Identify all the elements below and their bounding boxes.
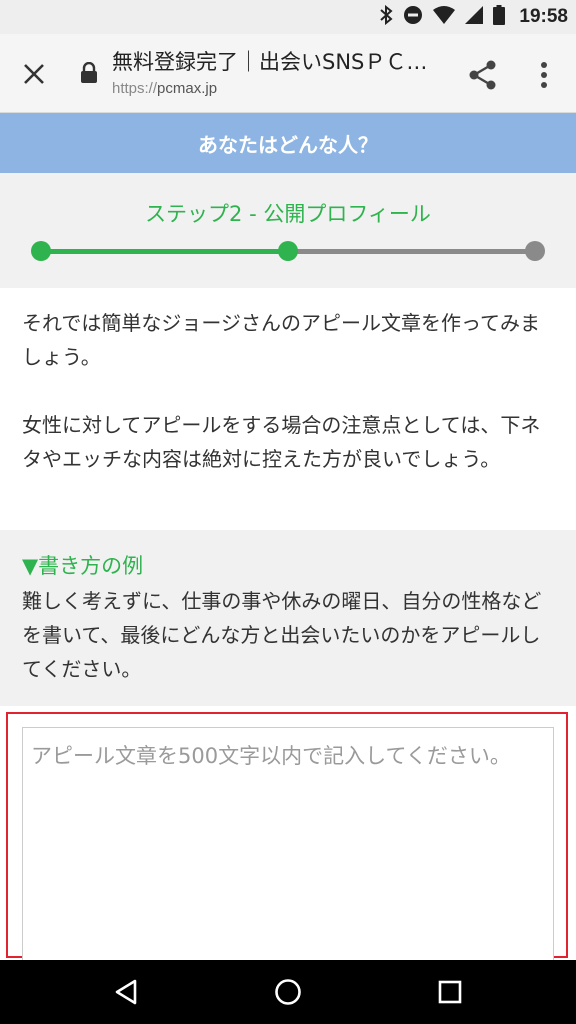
progress-fill <box>41 249 288 254</box>
wifi-icon <box>433 6 456 28</box>
step-dot-1 <box>31 241 51 261</box>
section-header: あなたはどんな人？ <box>0 113 576 173</box>
signal-icon <box>465 6 484 28</box>
close-button[interactable] <box>14 54 54 94</box>
back-button[interactable] <box>102 968 150 1016</box>
status-icons: 19:58 <box>379 0 568 34</box>
recents-button[interactable] <box>426 968 474 1016</box>
do-not-disturb-icon <box>403 5 423 29</box>
status-time: 19:58 <box>519 6 568 27</box>
url-display[interactable]: https://pcmax.jp <box>112 80 217 97</box>
lock-icon <box>80 61 98 84</box>
recents-icon <box>438 980 462 1004</box>
browser-toolbar: 無料登録完了｜出会いSNSＰＣ… https://pcmax.jp <box>0 34 576 113</box>
step-dot-2 <box>278 241 298 261</box>
home-button[interactable] <box>264 968 312 1016</box>
share-icon <box>469 60 496 90</box>
step-dot-3 <box>525 241 545 261</box>
android-nav-bar <box>0 960 576 1024</box>
example-heading: ▼書き方の例 <box>22 554 144 578</box>
bluetooth-icon <box>379 4 393 29</box>
url-host: pcmax.jp <box>157 80 218 97</box>
step-title: ステップ2 - 公開プロフィール <box>145 202 431 226</box>
step-section <box>0 173 576 288</box>
overflow-menu-button[interactable] <box>524 54 564 96</box>
status-bar: 19:58 <box>0 0 576 34</box>
share-button[interactable] <box>462 54 504 96</box>
more-vert-icon <box>541 62 547 88</box>
appeal-textarea[interactable] <box>22 727 554 967</box>
intro-paragraph-2: 女性に対してアピールをする場合の注意点としては、下ネタやエッチな内容は絶対に控え… <box>22 413 541 471</box>
home-icon <box>275 979 301 1005</box>
back-icon <box>115 979 137 1005</box>
battery-icon <box>493 5 506 29</box>
intro-paragraph-1: それでは簡単なジョージさんのアピール文章を作ってみましょう。 <box>22 311 540 369</box>
intro-text: それでは簡単なジョージさんのアピール文章を作ってみましょう。 女性に対してアピー… <box>22 306 556 510</box>
example-body: 難しく考えずに、仕事の事や休みの曜日、自分の性格などを書いて、最後にどんな方と出… <box>22 589 542 681</box>
url-scheme: https:// <box>112 80 158 97</box>
close-icon <box>24 64 44 84</box>
page-title[interactable]: 無料登録完了｜出会いSNSＰＣ… <box>112 46 452 76</box>
